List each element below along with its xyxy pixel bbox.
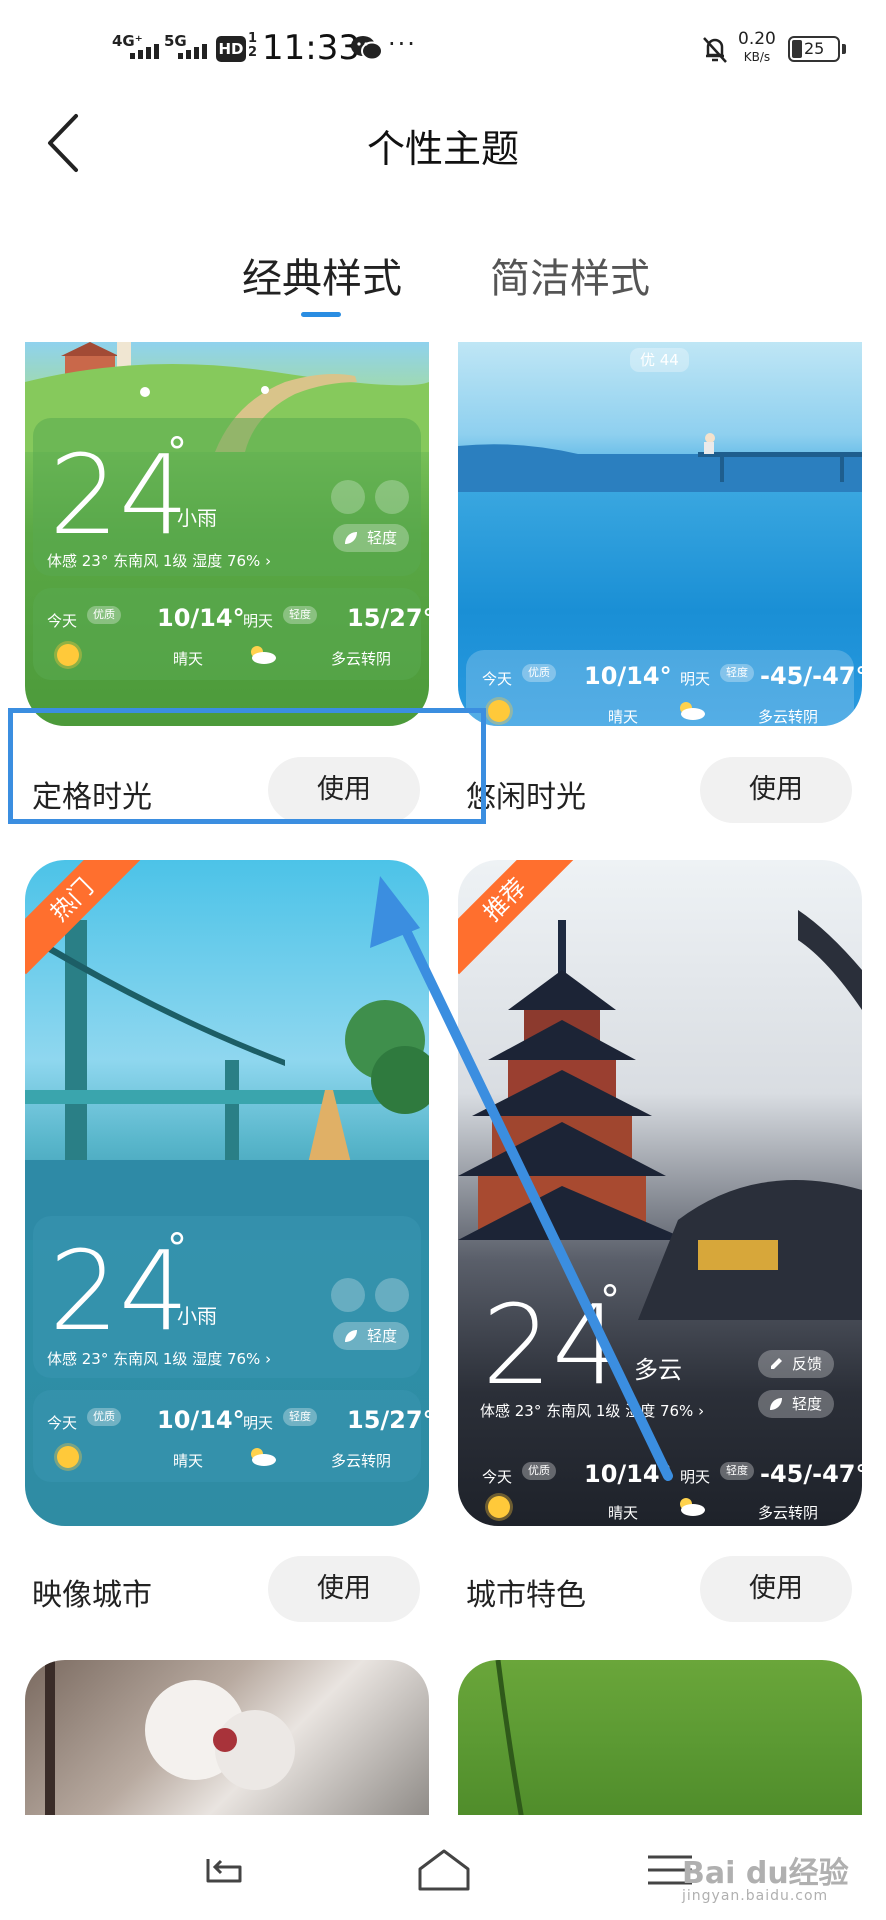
tab-simple[interactable]: 简洁样式 <box>490 246 650 304</box>
tomorrow-range: -45/-47° <box>760 1460 862 1488</box>
today-aq-badge: 优质 <box>522 664 556 682</box>
theme-card-leaf[interactable] <box>458 1660 862 1820</box>
nav-home-icon[interactable] <box>414 1845 474 1895</box>
today-condition: 晴天 <box>173 1452 204 1470</box>
tab-classic[interactable]: 经典样式 <box>242 246 402 304</box>
signal-icon-1 <box>130 44 159 59</box>
battery-tip <box>842 44 846 54</box>
condition: 多云 <box>634 1356 682 1384</box>
tomorrow-condition: 多云转阴 <box>758 708 819 726</box>
use-button-chengshi[interactable]: 使用 <box>700 1556 852 1622</box>
today-label: 今天 <box>482 1468 513 1486</box>
tomorrow-aq-badge: 轻度 <box>720 664 754 682</box>
highlight-box <box>8 708 486 824</box>
tomorrow-condition: 多云转阴 <box>331 650 392 668</box>
theme-card-yingxiang[interactable]: 热门 24 ° 小雨 体感 23° 东南风 1级 湿度 76% › 轻度 今天 … <box>25 860 429 1526</box>
aqi-pill: 轻度 <box>758 1390 835 1418</box>
condition: 小雨 <box>177 1304 217 1328</box>
more-notifications-icon: ··· <box>388 30 417 58</box>
speaker-icon <box>331 1278 365 1312</box>
edit-icon <box>771 1358 782 1369</box>
sun-icon <box>57 644 79 666</box>
cloud-icon <box>251 646 276 664</box>
theme-card-youxian[interactable]: 优 44 今天 优质 10/14° 明天 轻度 -45/-47° 晴天 多云转阴 <box>458 342 862 726</box>
status-bar: 4G⁺ 5G HD 12 11:33 ··· 0.20 KB/s 25 <box>0 0 886 96</box>
degree-symbol: ° <box>600 1278 620 1324</box>
theme-card-blossom[interactable] <box>25 1660 429 1820</box>
degree-symbol: ° <box>167 1226 187 1272</box>
aqi-badge: 优 44 <box>630 348 689 372</box>
sun-icon <box>488 700 510 722</box>
use-button-yingxiang[interactable]: 使用 <box>268 1556 420 1622</box>
tomorrow-label: 明天 <box>680 670 711 688</box>
use-button-youxian[interactable]: 使用 <box>700 757 852 823</box>
feedback-pill[interactable]: 反馈 <box>758 1350 835 1378</box>
signal-icon-2 <box>178 44 207 59</box>
tomorrow-label: 明天 <box>680 1468 711 1486</box>
tomorrow-aq-badge: 轻度 <box>283 1408 317 1426</box>
sun-icon <box>488 1496 510 1518</box>
today-condition: 晴天 <box>173 650 204 668</box>
cloud-icon <box>680 1498 705 1516</box>
hd-badge: HD <box>216 36 246 62</box>
clock: 11:33 <box>262 28 360 68</box>
tomorrow-condition: 多云转阴 <box>331 1452 392 1470</box>
today-range: 10/14° <box>157 604 245 632</box>
battery-icon: 25 <box>788 36 840 62</box>
battery-level: 25 <box>804 39 825 58</box>
blossom-illustration <box>45 1660 295 1820</box>
today-condition: 晴天 <box>608 708 639 726</box>
speaker-icon <box>331 480 365 514</box>
tomorrow-condition: 多云转阴 <box>758 1504 819 1522</box>
tab-active-indicator <box>301 312 341 317</box>
leaf-icon <box>345 1330 357 1342</box>
today-range: 10/14° <box>584 662 672 690</box>
aqi-pill: 轻度 <box>333 1322 410 1350</box>
cloud-icon <box>251 1448 276 1466</box>
edit-icon <box>375 480 409 514</box>
aqi-pill: 轻度 <box>333 524 410 552</box>
today-aq-badge: 优质 <box>87 606 121 624</box>
today-label: 今天 <box>47 1414 78 1432</box>
degree-symbol: ° <box>167 430 187 476</box>
theme-card-chengshi[interactable]: 推荐 24 ° 多云 体感 23° 东南风 1级 湿度 76% › 反馈 轻度 … <box>458 860 862 1526</box>
cloud-icon <box>680 702 705 720</box>
condition: 小雨 <box>177 506 217 530</box>
today-label: 今天 <box>47 612 78 630</box>
edit-icon <box>375 1278 409 1312</box>
mute-bell-icon <box>703 37 727 63</box>
pagoda-illustration <box>458 910 862 1320</box>
hd-sim-label: 12 <box>248 31 258 60</box>
bridge-illustration <box>25 920 429 1240</box>
tomorrow-label: 明天 <box>243 612 274 630</box>
wechat-icon <box>351 36 383 61</box>
today-label: 今天 <box>482 670 513 688</box>
tomorrow-range: -45/-47° <box>760 662 862 690</box>
leaf-icon <box>770 1398 782 1410</box>
tomorrow-label: 明天 <box>243 1414 274 1432</box>
today-aq-badge: 优质 <box>87 1408 121 1426</box>
today-aq-badge: 优质 <box>522 1462 556 1480</box>
leaf-icon <box>345 532 357 544</box>
page-title: 个性主题 <box>366 127 519 171</box>
today-range: 10/14° <box>157 1406 245 1434</box>
sea-illustration <box>458 433 862 492</box>
today-condition: 晴天 <box>608 1504 639 1522</box>
tomorrow-aq-badge: 轻度 <box>283 606 317 624</box>
theme-name-chengshi: 城市特色 <box>466 1578 586 1613</box>
weather-detail: 体感 23° 东南风 1级 湿度 76% › <box>47 552 272 570</box>
today-range: 10/14° <box>584 1460 672 1488</box>
leaf-illustration <box>495 1660 525 1820</box>
weather-detail: 体感 23° 东南风 1级 湿度 76% › <box>47 1350 272 1368</box>
network-speed: 0.20 KB/s <box>738 29 776 64</box>
weather-detail: 体感 23° 东南风 1级 湿度 76% › <box>480 1402 705 1420</box>
tomorrow-range: 15/27° <box>347 1406 429 1434</box>
tomorrow-aq-badge: 轻度 <box>720 1462 754 1480</box>
theme-name-yingxiang: 映像城市 <box>32 1578 152 1613</box>
sun-icon <box>57 1446 79 1468</box>
theme-card-dingge[interactable]: 24 ° 小雨 体感 23° 东南风 1级 湿度 76% › 轻度 今天 优质 … <box>25 342 429 726</box>
tomorrow-range: 15/27° <box>347 604 429 632</box>
nav-back-icon[interactable] <box>194 1845 254 1895</box>
baidu-watermark: Bai du经验 jingyan.baidu.com <box>682 1856 849 1904</box>
